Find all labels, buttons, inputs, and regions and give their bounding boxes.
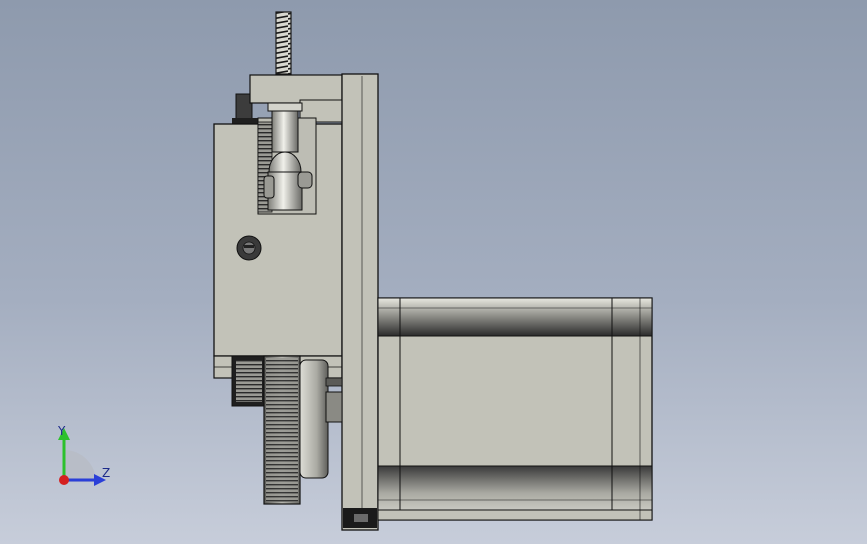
model-view[interactable] <box>0 0 867 544</box>
triad-plane <box>64 450 96 482</box>
mounting-plate[interactable] <box>341 73 379 531</box>
gear[interactable] <box>231 355 343 505</box>
z-axis-label: Z <box>102 466 111 480</box>
stepper-motor[interactable] <box>377 297 653 521</box>
origin-x-axis <box>59 475 69 485</box>
lead-screw[interactable] <box>275 11 292 75</box>
graphics-viewport[interactable]: Y Z <box>0 0 867 544</box>
carriage-block[interactable] <box>213 102 343 379</box>
y-axis-label: Y <box>58 424 66 438</box>
set-screw[interactable] <box>236 235 262 261</box>
